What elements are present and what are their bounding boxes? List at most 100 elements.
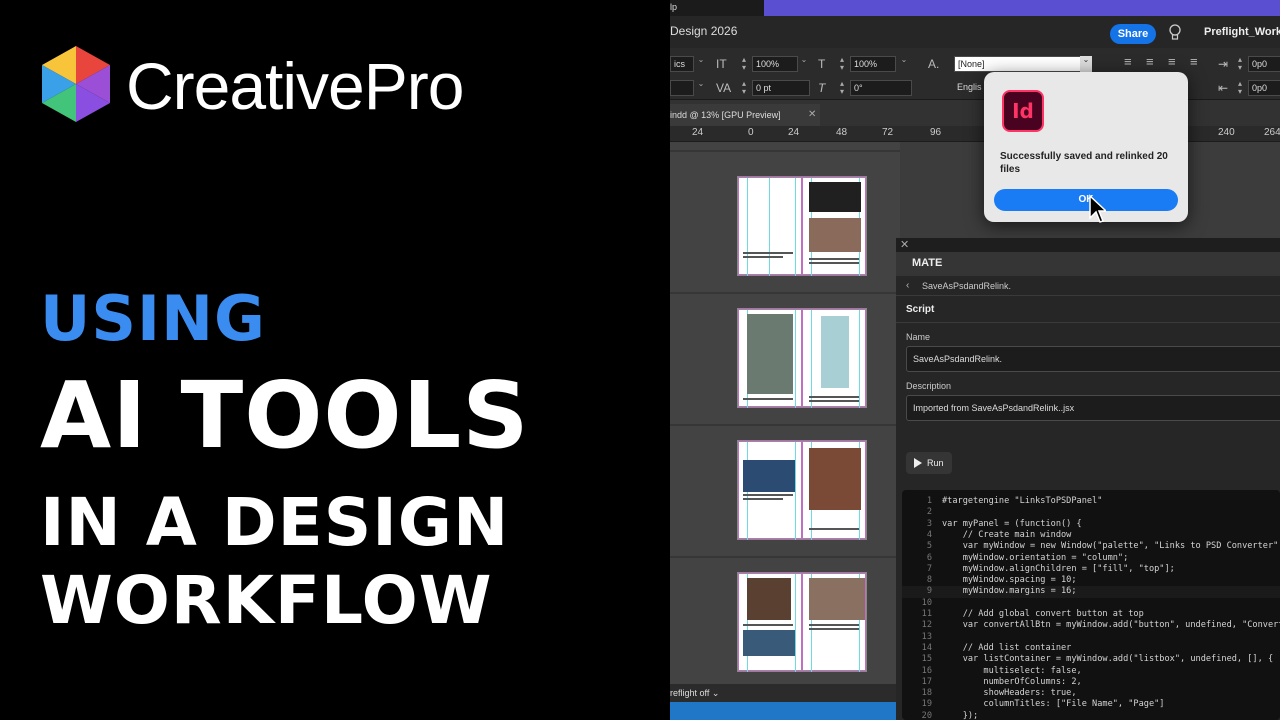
page-thumbnail[interactable] <box>738 573 802 672</box>
code-line[interactable]: 3 var myPanel = (function() { <box>902 519 1280 530</box>
font-size-field[interactable] <box>670 80 694 96</box>
code-line[interactable]: 12 var convertAllBtn = myWindow.add("but… <box>902 620 1280 631</box>
left-indent-stepper-icon[interactable]: ▴ ▾ <box>1234 56 1246 72</box>
align-right-icon[interactable]: ≡ <box>1168 54 1176 70</box>
code-text: showHeaders: true, <box>942 688 1077 699</box>
code-line[interactable]: 4 // Create main window <box>902 530 1280 541</box>
page-thumbnail[interactable] <box>738 177 802 276</box>
character-style-icon: A. <box>928 57 940 71</box>
spread-thumbnail[interactable] <box>737 308 867 408</box>
code-line[interactable]: 10 <box>902 598 1280 609</box>
first-line-indent-field[interactable]: 0p0 <box>1248 80 1280 96</box>
divider <box>896 322 1280 323</box>
page-thumbnail[interactable] <box>802 177 866 276</box>
code-line[interactable]: 15 var listContainer = myWindow.add("lis… <box>902 654 1280 665</box>
skew-icon: T <box>818 81 826 95</box>
code-line[interactable]: 20 }); <box>902 711 1280 720</box>
align-left-icon[interactable]: ≡ <box>1124 54 1132 70</box>
line-number: 7 <box>926 563 932 574</box>
code-line[interactable]: 11 // Add global convert button at top <box>902 609 1280 620</box>
line-number: 1 <box>926 496 932 506</box>
code-line[interactable]: 18 showHeaders: true, <box>902 688 1280 699</box>
name-field[interactable]: SaveAsPsdandRelink. <box>906 346 1280 372</box>
tracking-field[interactable]: 0 pt <box>752 80 810 96</box>
page-thumbnail[interactable] <box>738 309 802 408</box>
chevron-down-icon[interactable]: ⌄ <box>712 688 720 698</box>
page-thumbnail[interactable] <box>802 441 866 540</box>
text-frame <box>743 256 783 258</box>
code-line[interactable]: 19 columnTitles: ["File Name", "Page"] <box>902 699 1280 710</box>
horizontal-scale-stepper-icon[interactable]: ▴ ▾ <box>836 56 848 72</box>
text-frame <box>809 624 859 626</box>
document-tab[interactable]: indd @ 13% [GPU Preview] ✕ <box>670 104 820 126</box>
page-thumbnail[interactable] <box>802 573 866 672</box>
tracking-stepper-icon[interactable]: ▴ ▾ <box>738 80 750 96</box>
mate-panel-title: MATE <box>912 257 943 269</box>
code-line[interactable]: 8 myWindow.spacing = 10; <box>902 575 1280 586</box>
left-indent-field[interactable]: 0p0 <box>1248 56 1280 72</box>
ok-button[interactable]: OK <box>994 189 1178 211</box>
first-line-indent-stepper-icon[interactable]: ▴ ▾ <box>1234 80 1246 96</box>
code-line[interactable]: 2 <box>902 507 1280 518</box>
code-line[interactable]: 16 multiselect: false, <box>902 666 1280 677</box>
justify-icon[interactable]: ≡ <box>1190 54 1198 70</box>
close-tab-icon[interactable]: ✕ <box>808 104 816 126</box>
text-frame <box>743 494 793 496</box>
menu-strip: lp <box>670 0 1280 16</box>
play-icon <box>914 458 922 468</box>
align-center-icon[interactable]: ≡ <box>1146 54 1154 70</box>
character-style-field[interactable]: [None] <box>954 56 1084 72</box>
spread-thumbnail[interactable] <box>737 176 867 276</box>
text-frame <box>743 252 793 254</box>
preflight-status[interactable]: reflight off ⌄ <box>670 684 900 702</box>
ruler-tick: 72 <box>882 127 894 138</box>
code-line[interactable]: 1 #targetengine "LinksToPSDPanel" <box>902 496 1280 507</box>
code-text: }); <box>942 710 979 720</box>
code-editor[interactable]: 1 #targetengine "LinksToPSDPanel" 2 3 var my… <box>902 490 1280 720</box>
character-style-dropdown-icon[interactable]: ⌄ <box>1080 56 1092 72</box>
share-button[interactable]: Share <box>1110 24 1156 44</box>
code-line[interactable]: 6 myWindow.orientation = "column"; <box>902 553 1280 564</box>
description-field[interactable]: Imported from SaveAsPsdandRelink..jsx <box>906 395 1280 421</box>
skew-field[interactable]: 0° <box>850 80 912 96</box>
page-thumbnail[interactable] <box>738 441 802 540</box>
code-line[interactable]: 14 // Add list container <box>902 643 1280 654</box>
code-line[interactable]: 7 myWindow.alignChildren = ["fill", "top… <box>902 564 1280 575</box>
code-text: #targetengine "LinksToPSDPanel" <box>942 496 1103 506</box>
ruler-tick: 0 <box>748 127 754 138</box>
code-text: var convertAllBtn = myWindow.add("button… <box>942 620 1280 631</box>
code-line[interactable]: 17 numberOfColumns: 2, <box>902 677 1280 688</box>
code-text: var listContainer = myWindow.add("listbo… <box>942 654 1274 665</box>
vertical-scale-field[interactable]: 100% <box>752 56 798 72</box>
font-style-field[interactable]: ics <box>670 56 694 72</box>
code-text: var myPanel = (function() { <box>942 518 1082 529</box>
horizontal-scale-dropdown-icon[interactable]: ⌄ <box>898 56 910 72</box>
lightbulb-icon[interactable] <box>1168 24 1182 42</box>
workspace-switcher[interactable]: Preflight_Work <box>1204 26 1280 38</box>
ruler-tick: 240 <box>1218 127 1235 138</box>
document-tab-label: indd @ 13% [GPU Preview] <box>670 110 781 120</box>
spread-thumbnail[interactable] <box>737 440 867 540</box>
font-style-dropdown-icon[interactable]: ⌄ <box>695 56 707 72</box>
photo-frame <box>809 578 865 620</box>
code-line[interactable]: 13 <box>902 632 1280 643</box>
photo-frame <box>809 182 861 212</box>
brand-name: CreativePro <box>126 49 464 123</box>
headline-line-1: USING <box>40 282 266 355</box>
code-line[interactable]: 5 var myWindow = new Window("palette", "… <box>902 541 1280 552</box>
horizontal-scale-field[interactable]: 100% <box>850 56 896 72</box>
code-line[interactable]: 9 myWindow.margins = 16; <box>902 586 1280 598</box>
spread-thumbnail[interactable] <box>737 572 867 672</box>
font-size-dropdown-icon[interactable]: ⌄ <box>695 80 707 96</box>
run-button[interactable]: Run <box>906 452 952 474</box>
text-frame <box>809 400 859 402</box>
menu-help[interactable]: lp <box>670 2 677 12</box>
vertical-scale-dropdown-icon[interactable]: ⌄ <box>798 56 810 72</box>
back-chevron-icon[interactable]: ‹ <box>906 280 909 291</box>
line-number: 5 <box>926 541 932 552</box>
page-thumbnail[interactable] <box>802 309 866 408</box>
close-panel-icon[interactable]: ✕ <box>900 238 909 251</box>
line-number: 2 <box>926 507 932 518</box>
skew-stepper-icon[interactable]: ▴ ▾ <box>836 80 848 96</box>
vertical-scale-stepper-icon[interactable]: ▴ ▾ <box>738 56 750 72</box>
